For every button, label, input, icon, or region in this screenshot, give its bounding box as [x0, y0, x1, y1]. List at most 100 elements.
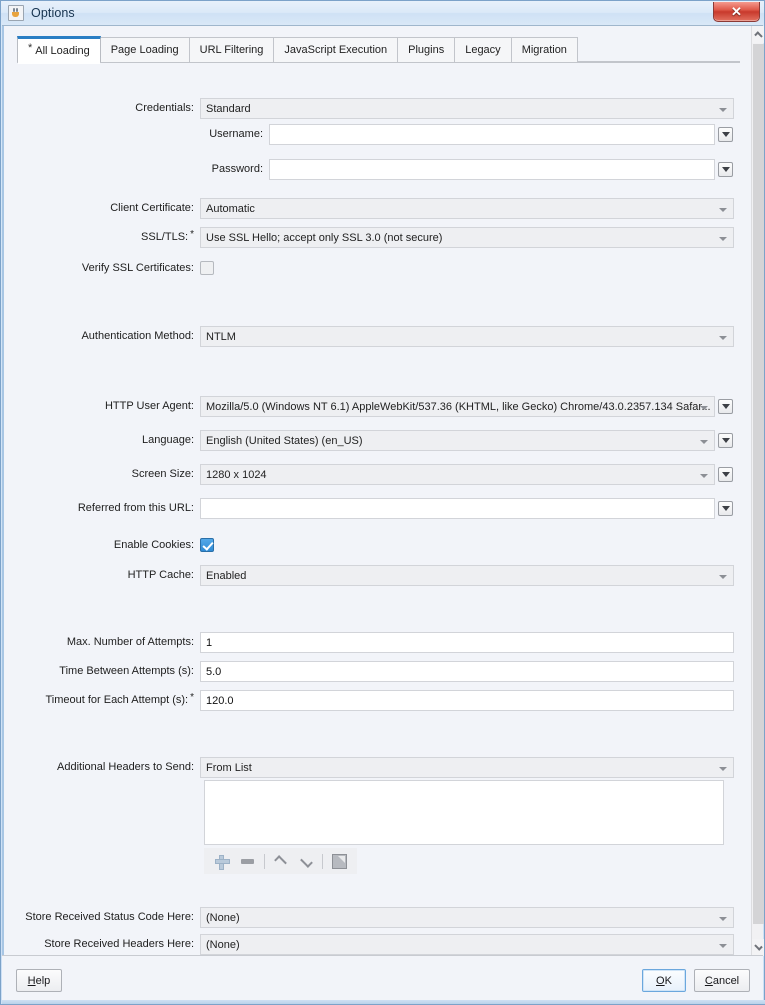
tab-legacy[interactable]: Legacy	[454, 37, 511, 62]
ssl-tls-label: SSL/TLS:*	[141, 227, 194, 248]
content-panel: * All Loading Page Loading URL Filtering…	[2, 25, 763, 1004]
verify-ssl-label: Verify SSL Certificates:	[82, 258, 194, 279]
user-agent-label: HTTP User Agent:	[105, 396, 194, 417]
enable-cookies-checkbox[interactable]	[200, 538, 214, 552]
tab-label: Plugins	[408, 44, 444, 56]
time-between-input[interactable]: 5.0	[200, 661, 734, 682]
store-headers-combo[interactable]: (None)	[200, 934, 734, 955]
store-headers-label: Store Received Headers Here:	[44, 934, 194, 955]
client-certificate-combo[interactable]: Automatic	[200, 198, 734, 219]
tab-javascript-execution[interactable]: JavaScript Execution	[273, 37, 398, 62]
referrer-dropdown-button[interactable]	[718, 501, 733, 516]
username-input[interactable]	[269, 124, 715, 145]
timeout-each-input[interactable]: 120.0	[200, 690, 734, 711]
additional-headers-combo[interactable]: From List	[200, 757, 734, 778]
chevron-up-icon	[754, 31, 762, 39]
add-header-button[interactable]	[209, 850, 235, 872]
user-agent-combo[interactable]: Mozilla/5.0 (Windows NT 6.1) AppleWebKit…	[200, 396, 715, 417]
vertical-scrollbar[interactable]	[751, 26, 763, 956]
auth-method-combo[interactable]: NTLM	[200, 326, 734, 347]
add-icon	[215, 855, 228, 868]
chevron-down-icon	[719, 237, 727, 241]
active-tab-joint	[18, 62, 100, 64]
store-status-code-label-col: Store Received Status Code Here:	[4, 907, 194, 928]
enable-cookies-label: Enable Cookies:	[114, 535, 194, 556]
enable-cookies-label-col: Enable Cookies:	[4, 535, 194, 556]
additional-headers-list[interactable]	[204, 780, 724, 845]
tabstrip-filler	[577, 61, 740, 62]
ok-button[interactable]: OK	[642, 969, 686, 992]
move-down-button[interactable]	[293, 850, 319, 872]
ssl-tls-label-col: SSL/TLS:*	[4, 227, 194, 248]
additional-headers-value: From List	[206, 762, 252, 774]
language-label-col: Language:	[4, 430, 194, 451]
tab-label: Page Loading	[111, 44, 179, 56]
http-cache-value: Enabled	[206, 570, 246, 582]
ok-button-label: OK	[656, 975, 672, 987]
auth-method-label-col: Authentication Method:	[4, 326, 194, 347]
max-attempts-label-col: Max. Number of Attempts:	[4, 632, 194, 653]
password-input[interactable]	[269, 159, 715, 180]
remove-header-button[interactable]	[235, 850, 261, 872]
required-marker: *	[190, 692, 194, 703]
language-dropdown-button[interactable]	[718, 433, 733, 448]
timeout-each-value: 120.0	[206, 695, 234, 707]
tab-url-filtering[interactable]: URL Filtering	[189, 37, 275, 62]
options-window: Options ✕ * All Loading Page Loading URL…	[0, 0, 765, 1005]
chevron-down-icon	[719, 108, 727, 112]
time-between-value: 5.0	[206, 666, 221, 678]
move-up-button[interactable]	[268, 850, 294, 872]
chevron-down-icon	[719, 575, 727, 579]
language-combo[interactable]: English (United States) (en_US)	[200, 430, 715, 451]
scrollbar-thumb[interactable]	[753, 44, 764, 924]
chevron-up-icon	[274, 855, 287, 868]
max-attempts-value: 1	[206, 637, 212, 649]
chevron-down-icon	[754, 942, 762, 950]
chevron-down-icon	[700, 406, 708, 410]
http-cache-label-col: HTTP Cache:	[4, 565, 194, 586]
max-attempts-label: Max. Number of Attempts:	[67, 632, 194, 653]
tabstrip: * All Loading Page Loading URL Filtering…	[17, 37, 740, 62]
password-dropdown-button[interactable]	[718, 162, 733, 177]
chevron-down-icon	[719, 944, 727, 948]
http-cache-combo[interactable]: Enabled	[200, 565, 734, 586]
chevron-down-icon	[700, 440, 708, 444]
referrer-input[interactable]	[200, 498, 715, 519]
java-coffee-cup-icon	[8, 5, 24, 21]
close-button[interactable]: ✕	[713, 2, 760, 22]
help-button[interactable]: Help	[16, 969, 62, 992]
chevron-down-icon	[719, 336, 727, 340]
max-attempts-input[interactable]: 1	[200, 632, 734, 653]
user-agent-dropdown-button[interactable]	[718, 399, 733, 414]
client-certificate-label: Client Certificate:	[110, 198, 194, 219]
edit-header-button[interactable]	[326, 850, 352, 872]
toolbar-separator	[264, 854, 265, 869]
screen-size-combo[interactable]: 1280 x 1024	[200, 464, 715, 485]
credentials-label-col: Credentials:	[4, 98, 194, 119]
screen-size-label: Screen Size:	[132, 464, 194, 485]
language-value: English (United States) (en_US)	[206, 435, 363, 447]
verify-ssl-checkbox[interactable]	[200, 261, 214, 275]
triangle-down-icon	[722, 167, 730, 172]
screen-size-value: 1280 x 1024	[206, 469, 267, 481]
password-label-col: Password:	[4, 159, 263, 180]
ssl-tls-combo[interactable]: Use SSL Hello; accept only SSL 3.0 (not …	[200, 227, 734, 248]
username-dropdown-button[interactable]	[718, 127, 733, 142]
scroll-down-button[interactable]	[752, 939, 764, 956]
credentials-label: Credentials:	[135, 98, 194, 119]
cancel-button[interactable]: Cancel	[694, 969, 750, 992]
timeout-each-label-col: Timeout for Each Attempt (s):*	[4, 690, 194, 711]
window-title: Options	[31, 6, 75, 20]
screen-size-dropdown-button[interactable]	[718, 467, 733, 482]
tab-migration[interactable]: Migration	[511, 37, 578, 62]
tab-page-loading[interactable]: Page Loading	[100, 37, 190, 62]
tabstrip-baseline	[17, 62, 740, 63]
triangle-down-icon	[722, 404, 730, 409]
tab-all-loading[interactable]: * All Loading	[17, 36, 101, 62]
credentials-combo[interactable]: Standard	[200, 98, 734, 119]
tab-plugins[interactable]: Plugins	[397, 37, 455, 62]
scroll-up-button[interactable]	[752, 26, 764, 43]
credentials-value: Standard	[206, 103, 251, 115]
language-label: Language:	[142, 430, 194, 451]
store-status-code-combo[interactable]: (None)	[200, 907, 734, 928]
